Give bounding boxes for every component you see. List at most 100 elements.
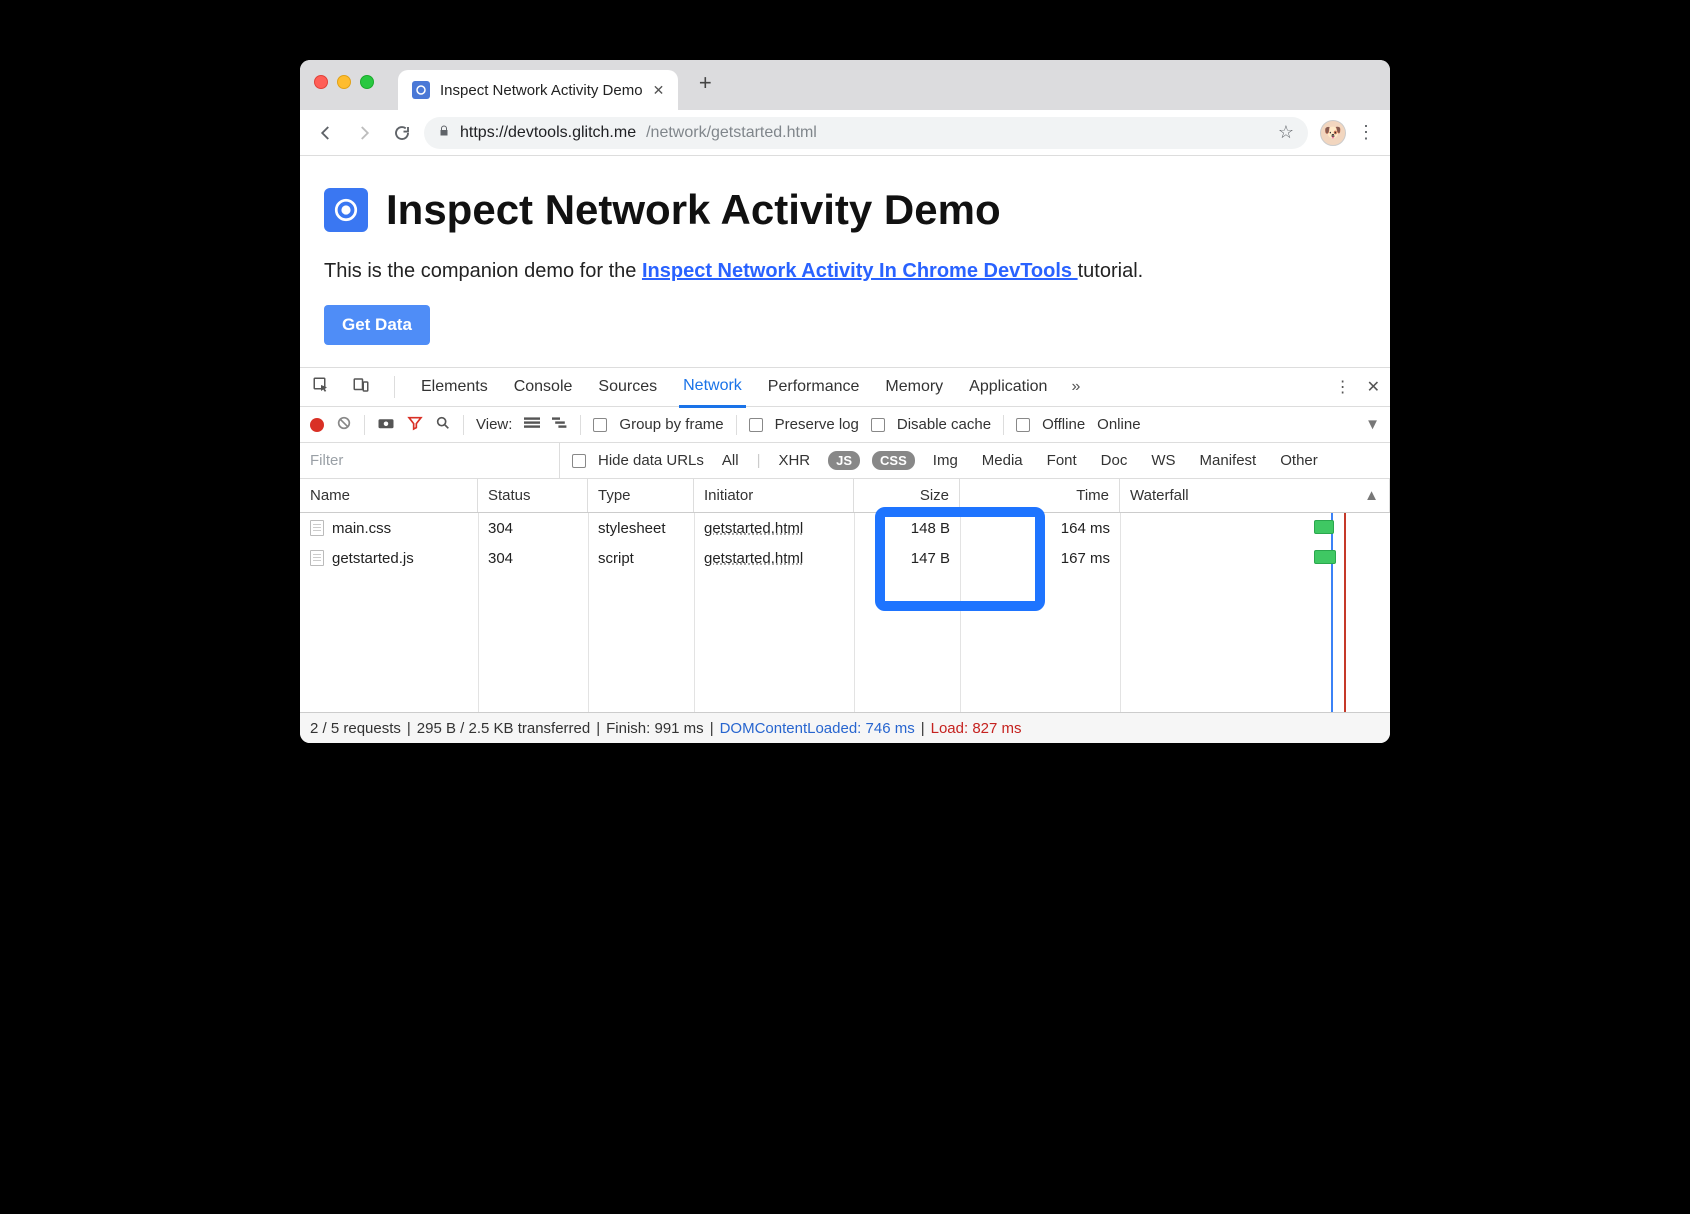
row-status: 304 xyxy=(478,513,588,543)
column-waterfall[interactable]: Waterfall▲ xyxy=(1120,479,1390,512)
waterfall-body xyxy=(1120,513,1390,712)
tab-sources[interactable]: Sources xyxy=(594,368,661,406)
row-name: getstarted.js xyxy=(332,550,414,567)
intro-text-post: tutorial. xyxy=(1078,260,1144,282)
large-rows-icon[interactable] xyxy=(524,416,540,434)
filter-media[interactable]: Media xyxy=(976,450,1029,471)
filter-ws[interactable]: WS xyxy=(1145,450,1181,471)
bookmark-star-icon[interactable]: ☆ xyxy=(1278,122,1294,143)
row-initiator[interactable]: getstarted.html xyxy=(704,520,803,537)
row-type: script xyxy=(588,543,694,573)
clear-icon[interactable] xyxy=(336,415,352,435)
page-intro: This is the companion demo for the Inspe… xyxy=(324,260,1366,283)
favicon-icon xyxy=(412,81,430,99)
row-name: main.css xyxy=(332,520,391,537)
filter-toggle-icon[interactable] xyxy=(407,415,423,435)
page-body: Inspect Network Activity Demo This is th… xyxy=(300,156,1390,367)
row-status: 304 xyxy=(478,543,588,573)
hide-data-urls-label: Hide data URLs xyxy=(598,452,704,469)
offline-label: Offline xyxy=(1042,416,1085,433)
status-requests: 2 / 5 requests xyxy=(310,720,401,737)
column-time[interactable]: Time xyxy=(960,479,1120,512)
get-data-button[interactable]: Get Data xyxy=(324,305,430,345)
filter-font[interactable]: Font xyxy=(1041,450,1083,471)
row-type: stylesheet xyxy=(588,513,694,543)
zoom-window-icon[interactable] xyxy=(360,75,374,89)
capture-screenshot-icon[interactable] xyxy=(377,416,395,434)
domcontentloaded-line xyxy=(1331,513,1333,712)
filter-img[interactable]: Img xyxy=(927,450,964,471)
waterfall-view-icon[interactable] xyxy=(552,416,568,434)
filter-css[interactable]: CSS xyxy=(872,451,915,470)
column-size[interactable]: Size xyxy=(854,479,960,512)
close-window-icon[interactable] xyxy=(314,75,328,89)
inspect-element-icon[interactable] xyxy=(310,376,332,399)
address-bar: https://devtools.glitch.me/network/getst… xyxy=(300,110,1390,156)
search-icon[interactable] xyxy=(435,415,451,435)
url-domain: https://devtools.glitch.me xyxy=(460,124,636,142)
status-load: Load: 827 ms xyxy=(931,720,1022,737)
filter-input[interactable] xyxy=(300,443,560,478)
browser-menu-icon[interactable]: ⋮ xyxy=(1352,122,1380,143)
record-button[interactable] xyxy=(310,418,324,432)
online-label[interactable]: Online xyxy=(1097,416,1140,433)
minimize-window-icon[interactable] xyxy=(337,75,351,89)
tab-elements[interactable]: Elements xyxy=(417,368,492,406)
url-bar[interactable]: https://devtools.glitch.me/network/getst… xyxy=(424,117,1308,149)
group-by-frame-label: Group by frame xyxy=(619,416,723,433)
preserve-log-checkbox[interactable] xyxy=(749,418,763,432)
preserve-log-label: Preserve log xyxy=(775,416,859,433)
network-column-headers: Name Status Type Initiator Size Time Wat… xyxy=(300,479,1390,513)
back-button[interactable] xyxy=(310,117,342,149)
column-name[interactable]: Name xyxy=(300,479,478,512)
tab-console[interactable]: Console xyxy=(510,368,577,406)
devtools-status-bar: 2 / 5 requests | 295 B / 2.5 KB transfer… xyxy=(300,713,1390,743)
forward-button[interactable] xyxy=(348,117,380,149)
page-heading-text: Inspect Network Activity Demo xyxy=(386,186,1001,234)
tab-memory[interactable]: Memory xyxy=(881,368,947,406)
tab-network[interactable]: Network xyxy=(679,367,746,408)
devtools-close-icon[interactable]: ✕ xyxy=(1367,377,1380,397)
group-by-frame-checkbox[interactable] xyxy=(593,418,607,432)
file-icon xyxy=(310,550,324,566)
offline-checkbox[interactable] xyxy=(1016,418,1030,432)
filter-doc[interactable]: Doc xyxy=(1095,450,1134,471)
network-filter-row: Hide data URLs All | XHR JS CSS Img Medi… xyxy=(300,443,1390,479)
row-time: 164 ms xyxy=(960,513,1120,543)
devtools-tab-bar: Elements Console Sources Network Perform… xyxy=(300,367,1390,407)
status-dcl: DOMContentLoaded: 746 ms xyxy=(720,720,915,737)
network-request-rows: main.css 304 stylesheet getstarted.html … xyxy=(300,513,1390,713)
row-size: 148 B xyxy=(854,513,960,543)
browser-tab-active[interactable]: Inspect Network Activity Demo ✕ xyxy=(398,70,678,110)
reload-button[interactable] xyxy=(386,117,418,149)
hide-data-urls-checkbox[interactable] xyxy=(572,454,586,468)
filter-manifest[interactable]: Manifest xyxy=(1194,450,1263,471)
load-line xyxy=(1344,513,1346,712)
filter-other[interactable]: Other xyxy=(1274,450,1324,471)
disable-cache-checkbox[interactable] xyxy=(871,418,885,432)
profile-avatar[interactable]: 🐶 xyxy=(1320,120,1346,146)
devtools-menu-icon[interactable]: ⋮ xyxy=(1335,377,1351,397)
throttling-dropdown-icon[interactable]: ▼ xyxy=(1365,416,1380,433)
tab-performance[interactable]: Performance xyxy=(764,368,864,406)
filter-xhr[interactable]: XHR xyxy=(772,450,816,471)
window-traffic-lights xyxy=(314,75,374,89)
filter-all[interactable]: All xyxy=(716,450,745,471)
tab-close-icon[interactable]: ✕ xyxy=(653,82,665,99)
column-initiator[interactable]: Initiator xyxy=(694,479,854,512)
url-path: /network/getstarted.html xyxy=(646,124,817,142)
filter-js[interactable]: JS xyxy=(828,451,860,470)
row-initiator[interactable]: getstarted.html xyxy=(704,550,803,567)
row-size: 147 B xyxy=(854,543,960,573)
more-tabs-icon[interactable]: » xyxy=(1069,378,1082,396)
intro-text-pre: This is the companion demo for the xyxy=(324,260,642,282)
new-tab-button[interactable]: + xyxy=(688,66,722,100)
view-label: View: xyxy=(476,416,512,433)
tab-application[interactable]: Application xyxy=(965,368,1051,406)
intro-link[interactable]: Inspect Network Activity In Chrome DevTo… xyxy=(642,260,1078,282)
tab-title: Inspect Network Activity Demo xyxy=(440,82,643,99)
device-toggle-icon[interactable] xyxy=(350,376,372,399)
column-type[interactable]: Type xyxy=(588,479,694,512)
status-transferred: 295 B / 2.5 KB transferred xyxy=(417,720,590,737)
column-status[interactable]: Status xyxy=(478,479,588,512)
